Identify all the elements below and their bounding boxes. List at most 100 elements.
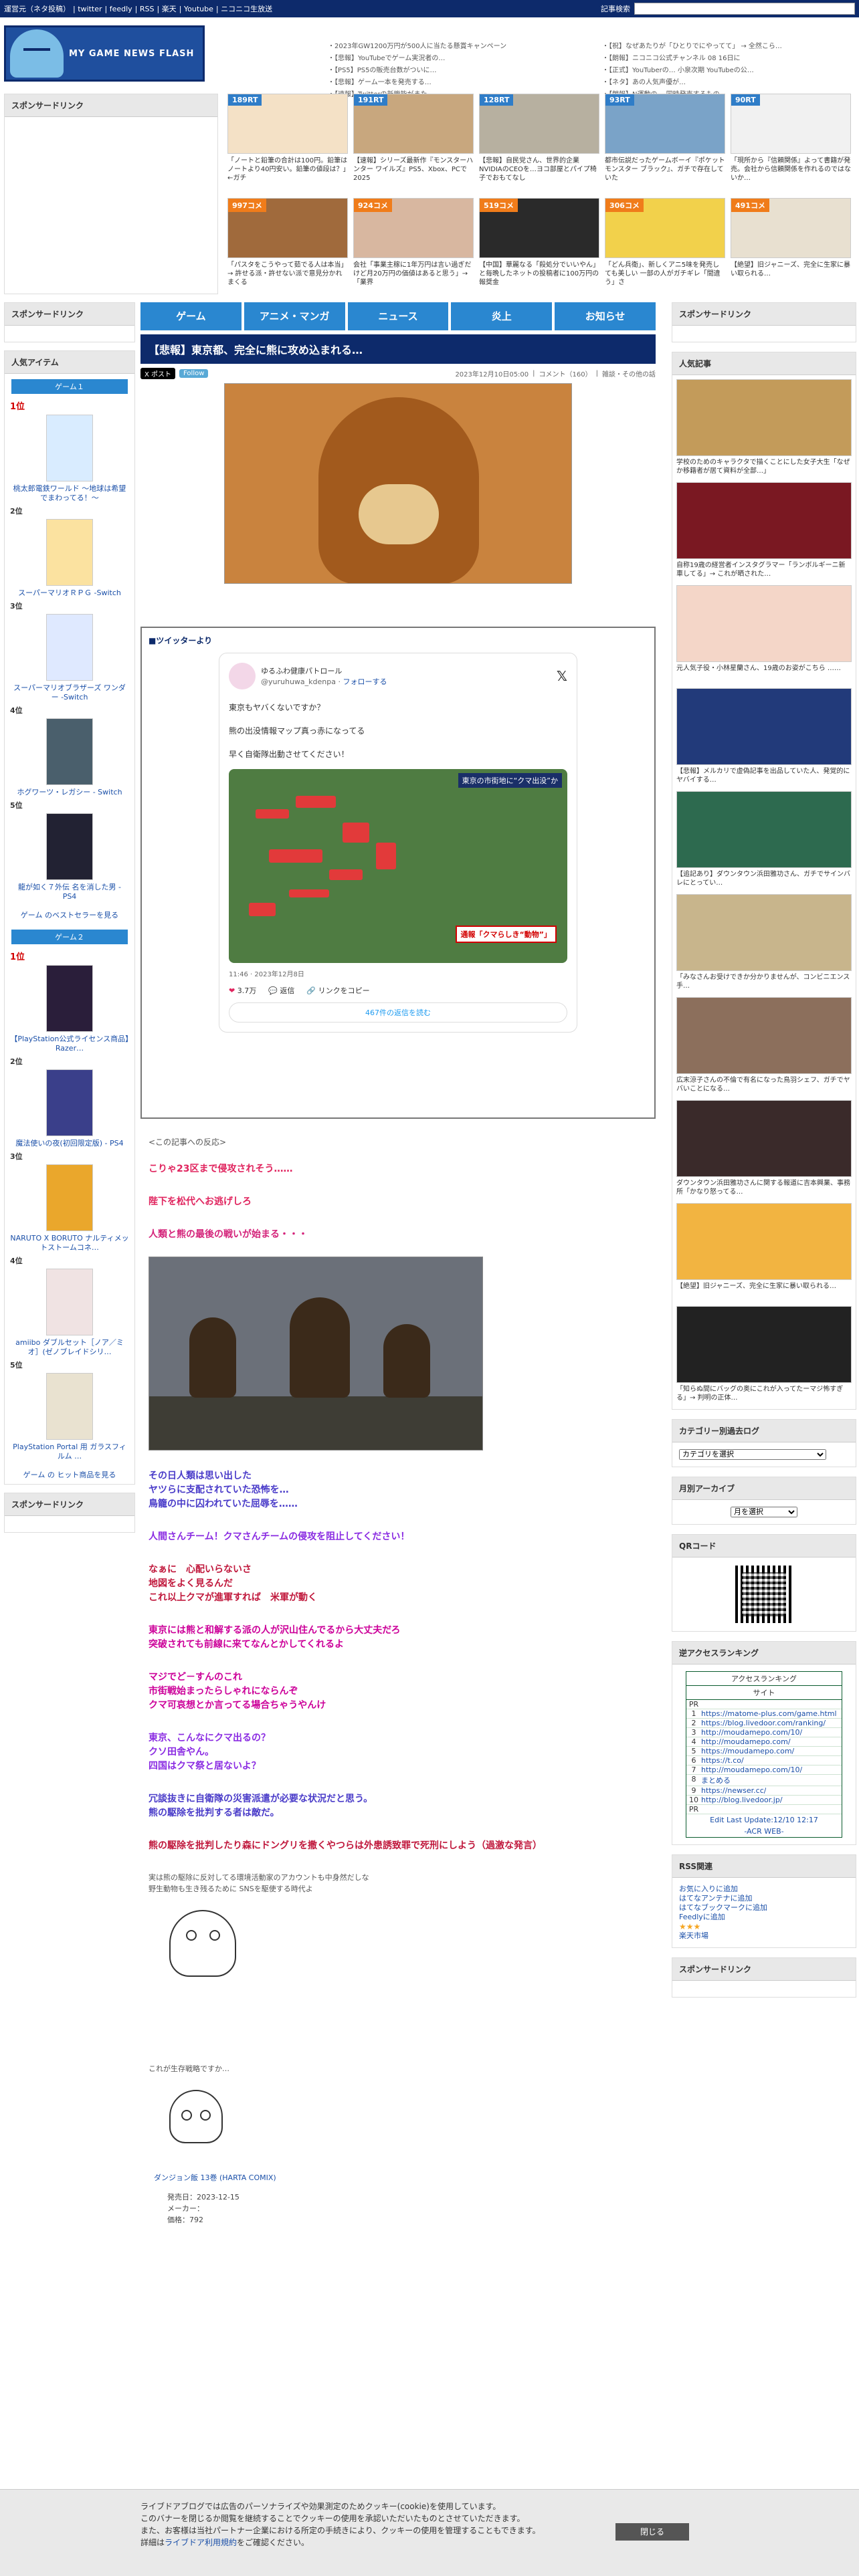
access-ranking-row[interactable]: 5 https://moudamepo.com/ <box>686 1747 842 1756</box>
popular-article[interactable]: 「みなさんお受けできか分かりませんが、コンビニエンス手… <box>676 894 852 990</box>
product-name-link[interactable]: 龍が如く７外伝 名を消した男 - PS4 <box>10 883 129 901</box>
product-image[interactable] <box>46 965 93 1032</box>
top-link-feedly[interactable]: feedly <box>110 5 132 13</box>
header-news-item[interactable]: 【PS5】PS5の販売台数がついに… <box>328 64 582 75</box>
nav-flame[interactable]: 炎上 <box>451 302 553 330</box>
avatar[interactable] <box>229 663 256 689</box>
thumbnail-image[interactable]: 491コメ <box>731 198 851 258</box>
game1-more-link[interactable]: ゲーム のベストセラーを見る <box>5 905 134 924</box>
thumbnail-image[interactable]: 90RT <box>731 94 851 154</box>
access-ranking-row[interactable]: 4 http://moudamepo.com/ <box>686 1737 842 1747</box>
thumbnail-caption[interactable]: 都市伝説だったゲームボーイ『ポケットモンスター ブラック』、ガチで存在していた <box>605 156 725 183</box>
top-link-author[interactable]: 運営元（ネタ投稿） <box>4 5 70 13</box>
site-logo[interactable]: MY GAME NEWS FLASH オレ的ゲーム速報@JIN <box>4 25 316 387</box>
access-ranking-row[interactable]: PR <box>686 1805 842 1814</box>
popular-article-caption[interactable]: 「知らぬ間にバッグの奥にこれが入ってたーマジ怖すぎる」→ 判明の正体… <box>676 1385 852 1402</box>
bear-sighting-map-image[interactable]: 東京の市街地に“クマ出没”か 通報「クマらしき“動物”」 <box>229 769 567 963</box>
access-ranking-row[interactable]: 2 https://blog.livedoor.com/ranking/ <box>686 1719 842 1728</box>
thumbnail-caption[interactable]: 【絶望】旧ジャニーズ、完全に生家に暴い取られる… <box>731 261 851 288</box>
popular-article-caption[interactable]: 「みなさんお受けできか分かりませんが、コンビニエンス手… <box>676 973 852 990</box>
thumbnail-caption[interactable]: 【悲報】自民党さん、世界的企業NVIDIAのCEOを…ヨコ部屋とパイプ椅子でおも… <box>479 156 599 183</box>
header-news-item[interactable]: 【正式】YouTuberの… 小泉次期 YouTubeの公… <box>602 64 856 75</box>
header-news-item[interactable]: 【ネタ】あの人気声優が… <box>602 76 856 87</box>
product-name-link[interactable]: スーパーマリオブラザーズ ワンダー -Switch <box>10 683 129 702</box>
nav-news[interactable]: ニュース <box>347 302 449 330</box>
tweet-copy-link-button[interactable]: 🔗 リンクをコピー <box>306 985 369 996</box>
header-news-item[interactable]: 【悲報】ゲーム一本を発売する… <box>328 76 582 87</box>
popular-article-caption[interactable]: 学校のためのキャラクタで描くことにした女子大生「なぜか移籍者が居て資料が全部…」 <box>676 458 852 475</box>
popular-article-caption[interactable]: 広末涼子さんの不倫で有名になった鳥羽シェフ、ガチでヤバいことになる… <box>676 1076 852 1093</box>
popular-article-caption[interactable]: 【追記あり】ダウンタウン浜田雅功さん、ガチでサインバレにとってい… <box>676 870 852 887</box>
heart-icon[interactable]: ❤ <box>229 986 235 995</box>
nav-anime-manga[interactable]: アニメ・マンガ <box>244 302 345 330</box>
product-image[interactable] <box>46 415 93 481</box>
product-image[interactable] <box>46 1269 93 1335</box>
thumbnail-image[interactable]: 924コメ <box>353 198 474 258</box>
article-comments-link[interactable]: コメント（160） <box>539 368 592 379</box>
product-name-link[interactable]: 魔法使いの夜(初回限定版) - PS4 <box>10 1139 129 1148</box>
thumbnail-card[interactable]: 93RT 都市伝説だったゲームボーイ『ポケットモンスター ブラック』、ガチで存在し… <box>605 94 725 193</box>
product-name-link[interactable]: NARUTO X BORUTO ナルティメットストームコネ… <box>10 1234 129 1253</box>
category-select[interactable]: カテゴリを選択 <box>679 1449 826 1460</box>
thumbnail-card[interactable]: 491コメ【絶望】旧ジャニーズ、完全に生家に暴い取られる… <box>731 198 851 297</box>
read-replies-button[interactable]: 467件の返信を読む <box>229 1002 567 1023</box>
rss-link[interactable]: はてなブックマークに追加 <box>679 1903 849 1913</box>
popular-article-image[interactable] <box>676 894 852 971</box>
thumbnail-card[interactable]: 519コメ 【中国】華麗なる「殺処分でいいやん」と毎晩したネットの投稿者に100万… <box>479 198 599 297</box>
embedded-tweet[interactable]: ゆるふわ健康パトロール @yuruhuwa_kdenpa · フォローする 𝕏 … <box>219 653 577 1033</box>
thumbnail-card[interactable]: 128RT 【悲報】自民党さん、世界的企業NVIDIAのCEOを…ヨコ部屋とパイプ… <box>479 94 599 193</box>
product-image[interactable] <box>46 614 93 681</box>
popular-article-image[interactable] <box>676 791 852 868</box>
top-link-youtube[interactable]: Youtube <box>184 5 213 13</box>
tweet-handle[interactable]: @yuruhuwa_kdenpa <box>261 677 336 686</box>
access-ranking-row[interactable]: 8 まとめる <box>686 1775 842 1786</box>
product-name-link[interactable]: 【PlayStation公式ライセンス商品】Razer… <box>10 1035 129 1053</box>
product-image[interactable] <box>46 1373 93 1440</box>
popular-article-caption[interactable]: ダウンタウン浜田雅功さんに関する報道に吉本興業、事務所「かなり怒ってる… <box>676 1179 852 1196</box>
rss-link[interactable]: お気に入りに追加 <box>679 1885 849 1894</box>
popular-article-caption[interactable]: 自称19歳の経営者インスタグラマー「ランボルギーニ新車してる」→ これが晒された… <box>676 561 852 578</box>
header-news-item[interactable]: 2023年GW1200万円が500人に当たる懸賞キャンペーン <box>328 40 582 51</box>
access-ranking-row[interactable]: 9 https://newser.cc/ <box>686 1786 842 1796</box>
access-ranking-row[interactable]: 6 https://t.co/ <box>686 1756 842 1765</box>
tab-game1[interactable]: ゲーム１ <box>11 379 128 394</box>
thumbnail-caption[interactable]: 【中国】華麗なる「殺処分でいいやん」と毎晩したネットの投稿者に100万円の報奨金 <box>479 261 599 288</box>
thumbnail-card[interactable]: 306コメ 「どん兵衛」、新しくアニ5味を発売しても美しい 一部の人がガチギレ「間… <box>605 198 725 297</box>
access-ranking-row[interactable]: 3 http://moudamepo.com/10/ <box>686 1728 842 1737</box>
popular-article[interactable]: 【絶望】旧ジャニーズ、完全に生家に暴い取られる… <box>676 1203 852 1299</box>
terms-link[interactable]: ライブドア利用規約 <box>165 2538 237 2547</box>
thumbnail-caption[interactable]: 「どん兵衛」、新しくアニ5味を発売しても美しい 一部の人がガチギレ「間違う」さ <box>605 261 725 288</box>
tweet-reply-button[interactable]: 💬 返信 <box>268 985 294 996</box>
product-name-link[interactable]: amiibo ダブルセット［ノア／ミオ］(ゼノブレイドシリ… <box>10 1338 129 1357</box>
product-name-link[interactable]: スーパーマリオＲＰＧ -Switch <box>10 588 129 598</box>
tweet-follow-link[interactable]: フォローする <box>343 677 387 686</box>
header-news-item[interactable]: 【祝】なぜあたりが「ひとりでにやってて」 → 全然こら… <box>602 40 856 51</box>
rss-link[interactable]: 楽天市場 <box>679 1931 849 1941</box>
thumbnail-card[interactable]: 189RT 「ノートと鉛筆の合計は100円。鉛筆はノートより40円安い。鉛筆の値段… <box>227 94 348 193</box>
popular-article[interactable]: 広末涼子さんの不倫で有名になった鳥羽シェフ、ガチでヤバいことになる… <box>676 997 852 1093</box>
popular-article-image[interactable] <box>676 688 852 765</box>
thumbnail-image[interactable]: 93RT <box>605 94 725 154</box>
thumbnail-caption[interactable]: 「ノートと鉛筆の合計は100円。鉛筆はノートより40円安い。鉛筆の値段は？」←ガ… <box>227 156 348 183</box>
nav-info[interactable]: お知らせ <box>555 302 656 330</box>
access-ranking-row[interactable]: 10 http://blog.livedoor.jp/ <box>686 1796 842 1805</box>
product-image[interactable] <box>46 519 93 586</box>
thumbnail-caption[interactable]: 【速報】シリーズ最新作『モンスターハンター ワイルズ』PS5、Xbox、PCで2… <box>353 156 474 183</box>
access-ranking-credit[interactable]: -ACR WEB- <box>686 1826 842 1837</box>
popular-article-image[interactable] <box>676 379 852 456</box>
access-ranking-update[interactable]: Edit Last Update:12/10 12:17 <box>686 1814 842 1826</box>
thumbnail-caption[interactable]: 会社「事業主稼に1年万円は言い過ぎだけど月20万円の価値はあると思う」→「業界 <box>353 261 474 288</box>
nav-game[interactable]: ゲーム <box>140 302 242 330</box>
product-name-link[interactable]: 桃太郎電鉄ワールド ～地球は希望でまわってる！～ <box>10 484 129 503</box>
thumbnail-image[interactable]: 191RT <box>353 94 474 154</box>
article-title[interactable]: 【悲報】東京都、完全に熊に攻め込まれる… <box>140 334 656 364</box>
month-select[interactable]: 月を選択 <box>731 1507 797 1517</box>
popular-article[interactable]: ダウンタウン浜田雅功さんに関する報道に吉本興業、事務所「かなり怒ってる… <box>676 1100 852 1196</box>
product-image[interactable] <box>46 813 93 880</box>
article-category-link[interactable]: 雑談・その他の話 <box>602 368 656 379</box>
product-title[interactable]: ダンジョン飯 13巻 (HARTA COMIX) <box>154 2172 642 2183</box>
access-ranking-row[interactable]: 1 https://matome-plus.com/game.html <box>686 1709 842 1719</box>
tweet-time[interactable]: 11:46 · 2023年12月8日 <box>229 968 567 978</box>
popular-article[interactable]: 「知らぬ間にバッグの奥にこれが入ってたーマジ怖すぎる」→ 判明の正体… <box>676 1306 852 1402</box>
popular-article-image[interactable] <box>676 1100 852 1177</box>
